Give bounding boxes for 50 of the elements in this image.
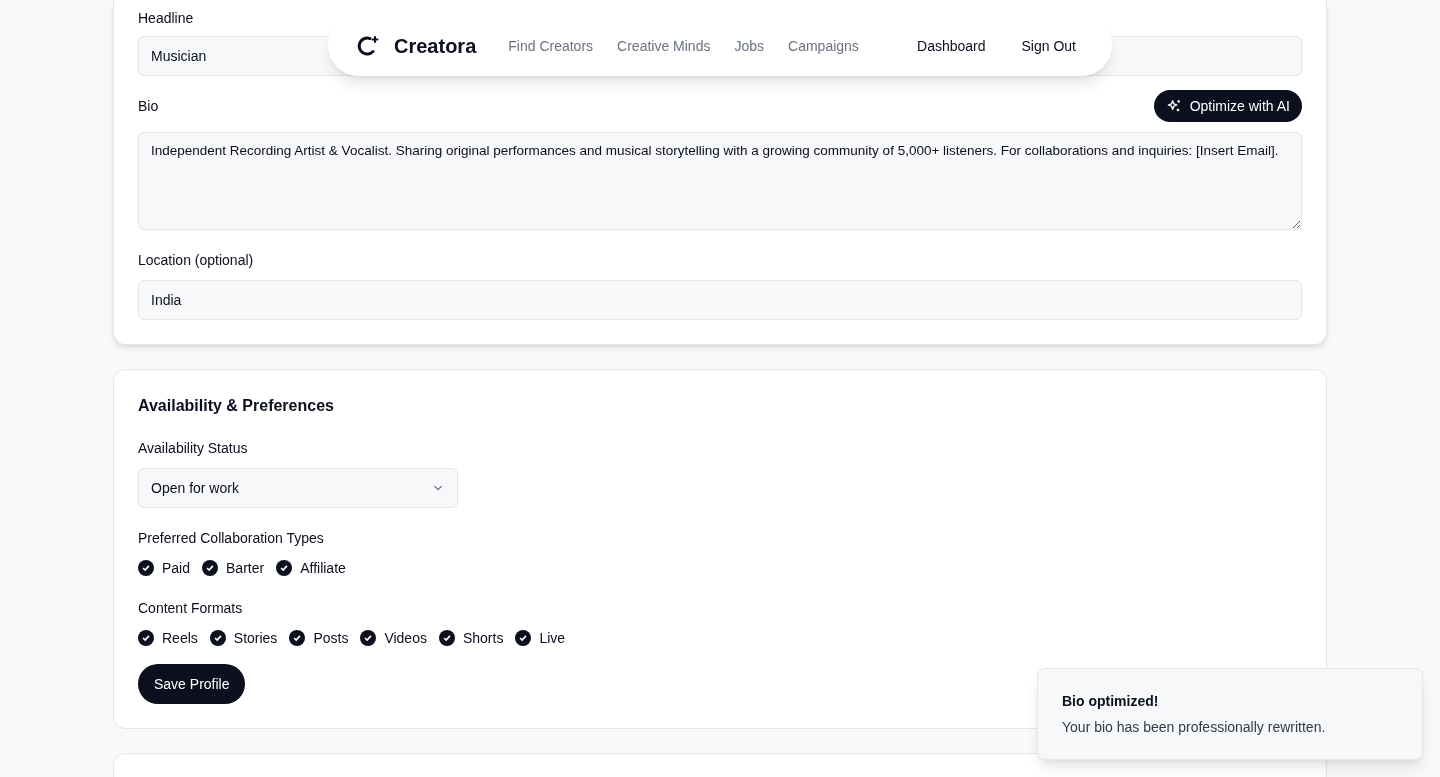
logo-icon [356, 33, 380, 58]
field-label: Preferred Collaboration Types [138, 529, 325, 548]
checkbox[interactable] [276, 560, 293, 576]
checkbox-option[interactable]: Videos [360, 628, 427, 648]
check-icon [212, 633, 223, 643]
checkbox[interactable] [138, 560, 154, 576]
nav-action-link[interactable]: Dashboard [917, 35, 986, 56]
checkbox-option[interactable]: Paid [138, 558, 191, 578]
field-label: Content Formats [138, 599, 244, 618]
nav-link[interactable]: Jobs [734, 35, 765, 56]
save-profile-button[interactable]: Save Profile [138, 664, 246, 704]
checkbox-option[interactable]: Barter [202, 558, 265, 578]
nav-link[interactable]: Find Creators [508, 35, 594, 56]
nav-action-link[interactable]: Sign Out [1021, 35, 1076, 56]
checkbox[interactable] [289, 630, 306, 646]
checkbox-option[interactable]: Shorts [438, 628, 504, 648]
checkbox[interactable] [202, 560, 219, 576]
check-icon [141, 563, 151, 573]
checkbox[interactable] [438, 630, 455, 646]
toast-title: Bio optimized! [1062, 692, 1160, 711]
field-label: Headline [138, 9, 195, 28]
toast-message: Your bio has been professionally rewritten. [1062, 718, 1327, 737]
checkbox-option[interactable]: Posts [289, 628, 349, 648]
check-icon [292, 633, 303, 643]
check-icon [141, 633, 151, 643]
checkbox-option[interactable]: Live [515, 628, 566, 648]
optimize-ai-button[interactable]: Optimize with AI [1153, 90, 1302, 122]
field-label: Location (optional) [138, 251, 255, 270]
location-input[interactable]: India [138, 280, 1302, 320]
checkbox[interactable] [209, 630, 226, 646]
bio-textarea[interactable]: Independent Recording Artist & Vocalist. Sharing original performances and musical storytelling with a growing community of 5,000+ listeners. For collaborations and inquiries: [Insert Email]. [138, 132, 1302, 230]
checkbox[interactable] [515, 630, 532, 646]
checkbox[interactable] [360, 630, 377, 646]
availability-select[interactable]: Open for work [138, 468, 458, 508]
check-icon [363, 633, 374, 643]
check-icon [441, 633, 452, 643]
sparkles-icon [1165, 98, 1182, 114]
checkbox-option[interactable]: Reels [138, 628, 198, 648]
brand-name[interactable]: Creatora [394, 31, 477, 60]
section-title: Availability & Preferences [138, 396, 335, 416]
check-icon [279, 563, 290, 573]
check-icon [518, 633, 529, 643]
field-label: Availability Status [138, 439, 249, 458]
checkbox-option[interactable]: Stories [209, 628, 278, 648]
field-label: Bio [138, 97, 159, 116]
checkbox[interactable] [138, 630, 154, 646]
check-icon [205, 563, 216, 573]
nav-link[interactable]: Creative Minds [617, 35, 711, 56]
checkbox-option[interactable]: Affiliate [276, 558, 346, 578]
nav-link[interactable]: Campaigns [788, 35, 859, 56]
